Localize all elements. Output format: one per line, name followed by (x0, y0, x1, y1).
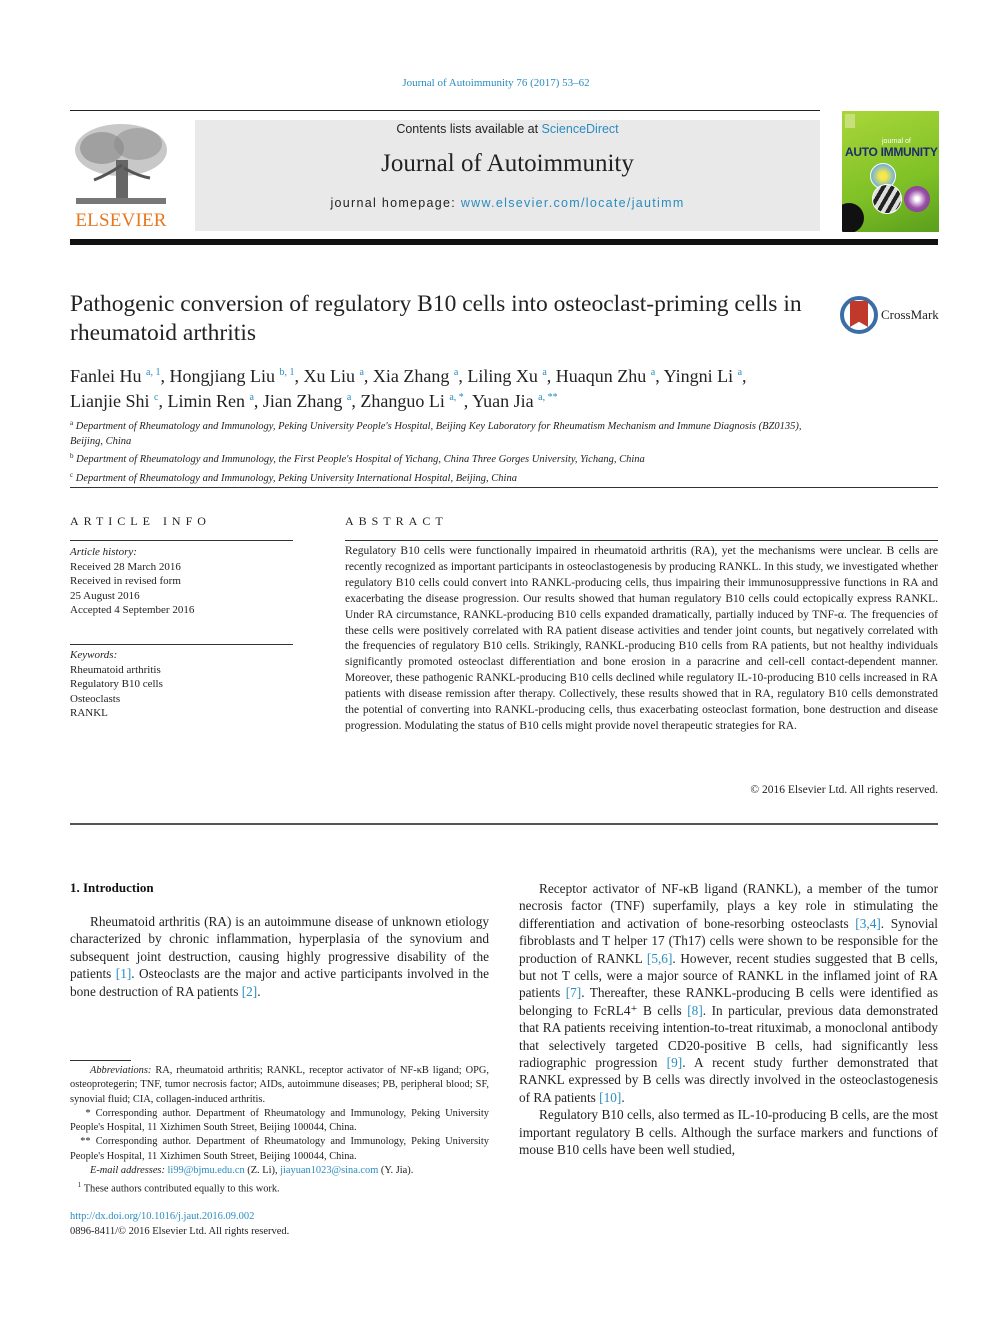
cover-histology-image (904, 186, 930, 212)
history-item: Received in revised form (70, 575, 181, 587)
header-rule (70, 110, 820, 111)
doi-link[interactable]: http://dx.doi.org/10.1016/j.jaut.2016.09… (70, 1211, 254, 1222)
author-list: Fanlei Hu a, 1, Hongjiang Liu b, 1, Xu L… (70, 366, 747, 411)
abstract-bottom-rule (70, 823, 938, 825)
article-history: Article history: Received 28 March 2016 … (70, 545, 300, 618)
elsevier-wordmark: ELSEVIER (75, 210, 167, 231)
keyword-item: RANKL (70, 707, 108, 719)
affiliations: a Department of Rheumatology and Immunol… (70, 416, 830, 486)
author-name[interactable]: Jian Zhang (263, 391, 347, 411)
citation-link[interactable]: [9] (667, 1055, 683, 1070)
footnotes: Abbreviations: RA, rheumatoid arthritis;… (70, 1064, 489, 1197)
article-info-rule (70, 540, 293, 541)
abstract-rule (345, 540, 938, 541)
intro-paragraph-3: Regulatory B10 cells, also termed as IL-… (519, 1107, 938, 1158)
citation-link[interactable]: [10] (599, 1090, 621, 1105)
body-column-right: Receptor activator of NF-κB ligand (RANK… (519, 880, 938, 1159)
author-name[interactable]: Zhanguo Li (360, 391, 449, 411)
cover-publisher-mark (845, 114, 855, 128)
corresponding-author-1: * Corresponding author. Department of Rh… (70, 1107, 489, 1134)
author-affiliation-mark[interactable]: a (454, 367, 458, 378)
contents-line: Contents lists available at ScienceDirec… (396, 122, 619, 136)
elsevier-logo[interactable]: ELSEVIER (70, 120, 172, 232)
intro-paragraph-1: Rheumatoid arthritis (RA) is an autoimmu… (70, 914, 489, 999)
keyword-item: Regulatory B10 cells (70, 678, 163, 690)
keywords-rule (70, 644, 293, 645)
author-name[interactable]: Hongjiang Liu (169, 366, 279, 386)
cover-small-title: journal of (882, 138, 911, 145)
header-thick-rule (70, 239, 938, 245)
author-name[interactable]: Fanlei Hu (70, 366, 146, 386)
author-affiliation-mark[interactable]: a (359, 367, 363, 378)
homepage-line: journal homepage: www.elsevier.com/locat… (330, 196, 685, 210)
affiliation-a: a Department of Rheumatology and Immunol… (70, 419, 802, 447)
affiliation-b: b Department of Rheumatology and Immunol… (70, 452, 645, 465)
crossmark-button[interactable]: CrossMark (840, 296, 940, 336)
email-footnote: E-mail addresses: li99@bjmu.edu.cn (Z. L… (90, 1165, 414, 1177)
author-affiliation-mark[interactable]: a (542, 367, 546, 378)
author-name[interactable]: Xia Zhang (373, 366, 454, 386)
author-affiliation-mark[interactable]: a (347, 392, 351, 403)
author-affiliation-mark[interactable]: a (651, 367, 655, 378)
section-heading-introduction: 1. Introduction (70, 880, 154, 895)
author-name[interactable]: Yuan Jia (472, 391, 538, 411)
equal-contribution-footnote: 1 These authors contributed equally to t… (77, 1181, 280, 1195)
journal-cover-image[interactable]: journal of AUTO IMMUNITY (842, 111, 939, 232)
abbreviations-footnote: Abbreviations: RA, rheumatoid arthritis;… (70, 1065, 489, 1105)
sciencedirect-link[interactable]: ScienceDirect (542, 122, 619, 136)
keyword-item: Osteoclasts (70, 692, 121, 705)
citation-link[interactable]: [3,4] (855, 916, 880, 931)
abstract-copyright: © 2016 Elsevier Ltd. All rights reserved… (750, 784, 938, 796)
history-label: Article history: (70, 546, 137, 558)
email-link-li[interactable]: li99@bjmu.edu.cn (168, 1165, 245, 1176)
email-link-jia[interactable]: jiayuan1023@sina.com (280, 1165, 378, 1176)
elsevier-tree-icon (75, 124, 167, 204)
citation-link[interactable]: [5,6] (647, 951, 672, 966)
body-column-left: 1. Introduction Rheumatoid arthritis (RA… (70, 880, 489, 1000)
cover-tissue-image (872, 184, 902, 214)
intro-paragraph-2: Receptor activator of NF-κB ligand (RANK… (519, 881, 938, 1105)
cover-title: AUTO IMMUNITY (845, 145, 938, 159)
author-name[interactable]: Limin Ren (167, 391, 249, 411)
author-name[interactable]: Huaqun Zhu (556, 366, 651, 386)
keywords: Keywords: Rheumatoid arthritis Regulator… (70, 648, 300, 721)
citation-link[interactable]: [8] (687, 1003, 703, 1018)
author-name[interactable]: Xu Liu (303, 366, 359, 386)
author-affiliation-mark[interactable]: c (154, 392, 158, 403)
keyword-item: Rheumatoid arthritis (70, 663, 161, 676)
author-affiliation-mark[interactable]: a, ** (538, 392, 557, 403)
crossmark-label: CrossMark (881, 307, 939, 322)
homepage-link[interactable]: www.elsevier.com/locate/jautimm (461, 196, 685, 210)
corresponding-author-2: ** Corresponding author. Department of R… (70, 1136, 489, 1162)
author-affiliation-mark[interactable]: a (249, 392, 253, 403)
article-info-heading: ARTICLE INFO (70, 514, 211, 528)
footnote-rule (70, 1060, 131, 1061)
affiliation-c: c Department of Rheumatology and Immunol… (70, 470, 517, 484)
citation-link[interactable]: [7] (566, 985, 582, 1000)
issn-copyright: 0896-8411/© 2016 Elsevier Ltd. All right… (70, 1226, 290, 1237)
journal-banner: Contents lists available at ScienceDirec… (195, 120, 820, 231)
abstract-text: Regulatory B10 cells were functionally i… (345, 545, 938, 732)
article-title: Pathogenic conversion of regulatory B10 … (70, 291, 802, 346)
author-name[interactable]: Yingni Li (664, 366, 738, 386)
running-head[interactable]: Journal of Autoimmunity 76 (2017) 53–62 (0, 77, 992, 89)
abstract-heading: ABSTRACT (345, 514, 448, 528)
section-rule (70, 487, 938, 488)
history-item: 25 August 2016 (70, 589, 140, 602)
author-affiliation-mark[interactable]: a, * (449, 392, 463, 403)
citation-link[interactable]: [1] (116, 966, 132, 981)
history-item: Accepted 4 September 2016 (70, 604, 195, 616)
cover-dark-image (842, 203, 864, 232)
keywords-label: Keywords: (70, 649, 118, 661)
author-affiliation-mark[interactable]: a, 1 (146, 367, 160, 378)
author-name[interactable]: Liling Xu (467, 366, 542, 386)
author-affiliation-mark[interactable]: b, 1 (279, 367, 294, 378)
author-affiliation-mark[interactable]: a (738, 367, 742, 378)
citation-link[interactable]: [2] (242, 984, 258, 999)
journal-title: Journal of Autoimmunity (381, 150, 634, 177)
history-item: Received 28 March 2016 (70, 560, 181, 573)
author-name[interactable]: Lianjie Shi (70, 391, 154, 411)
